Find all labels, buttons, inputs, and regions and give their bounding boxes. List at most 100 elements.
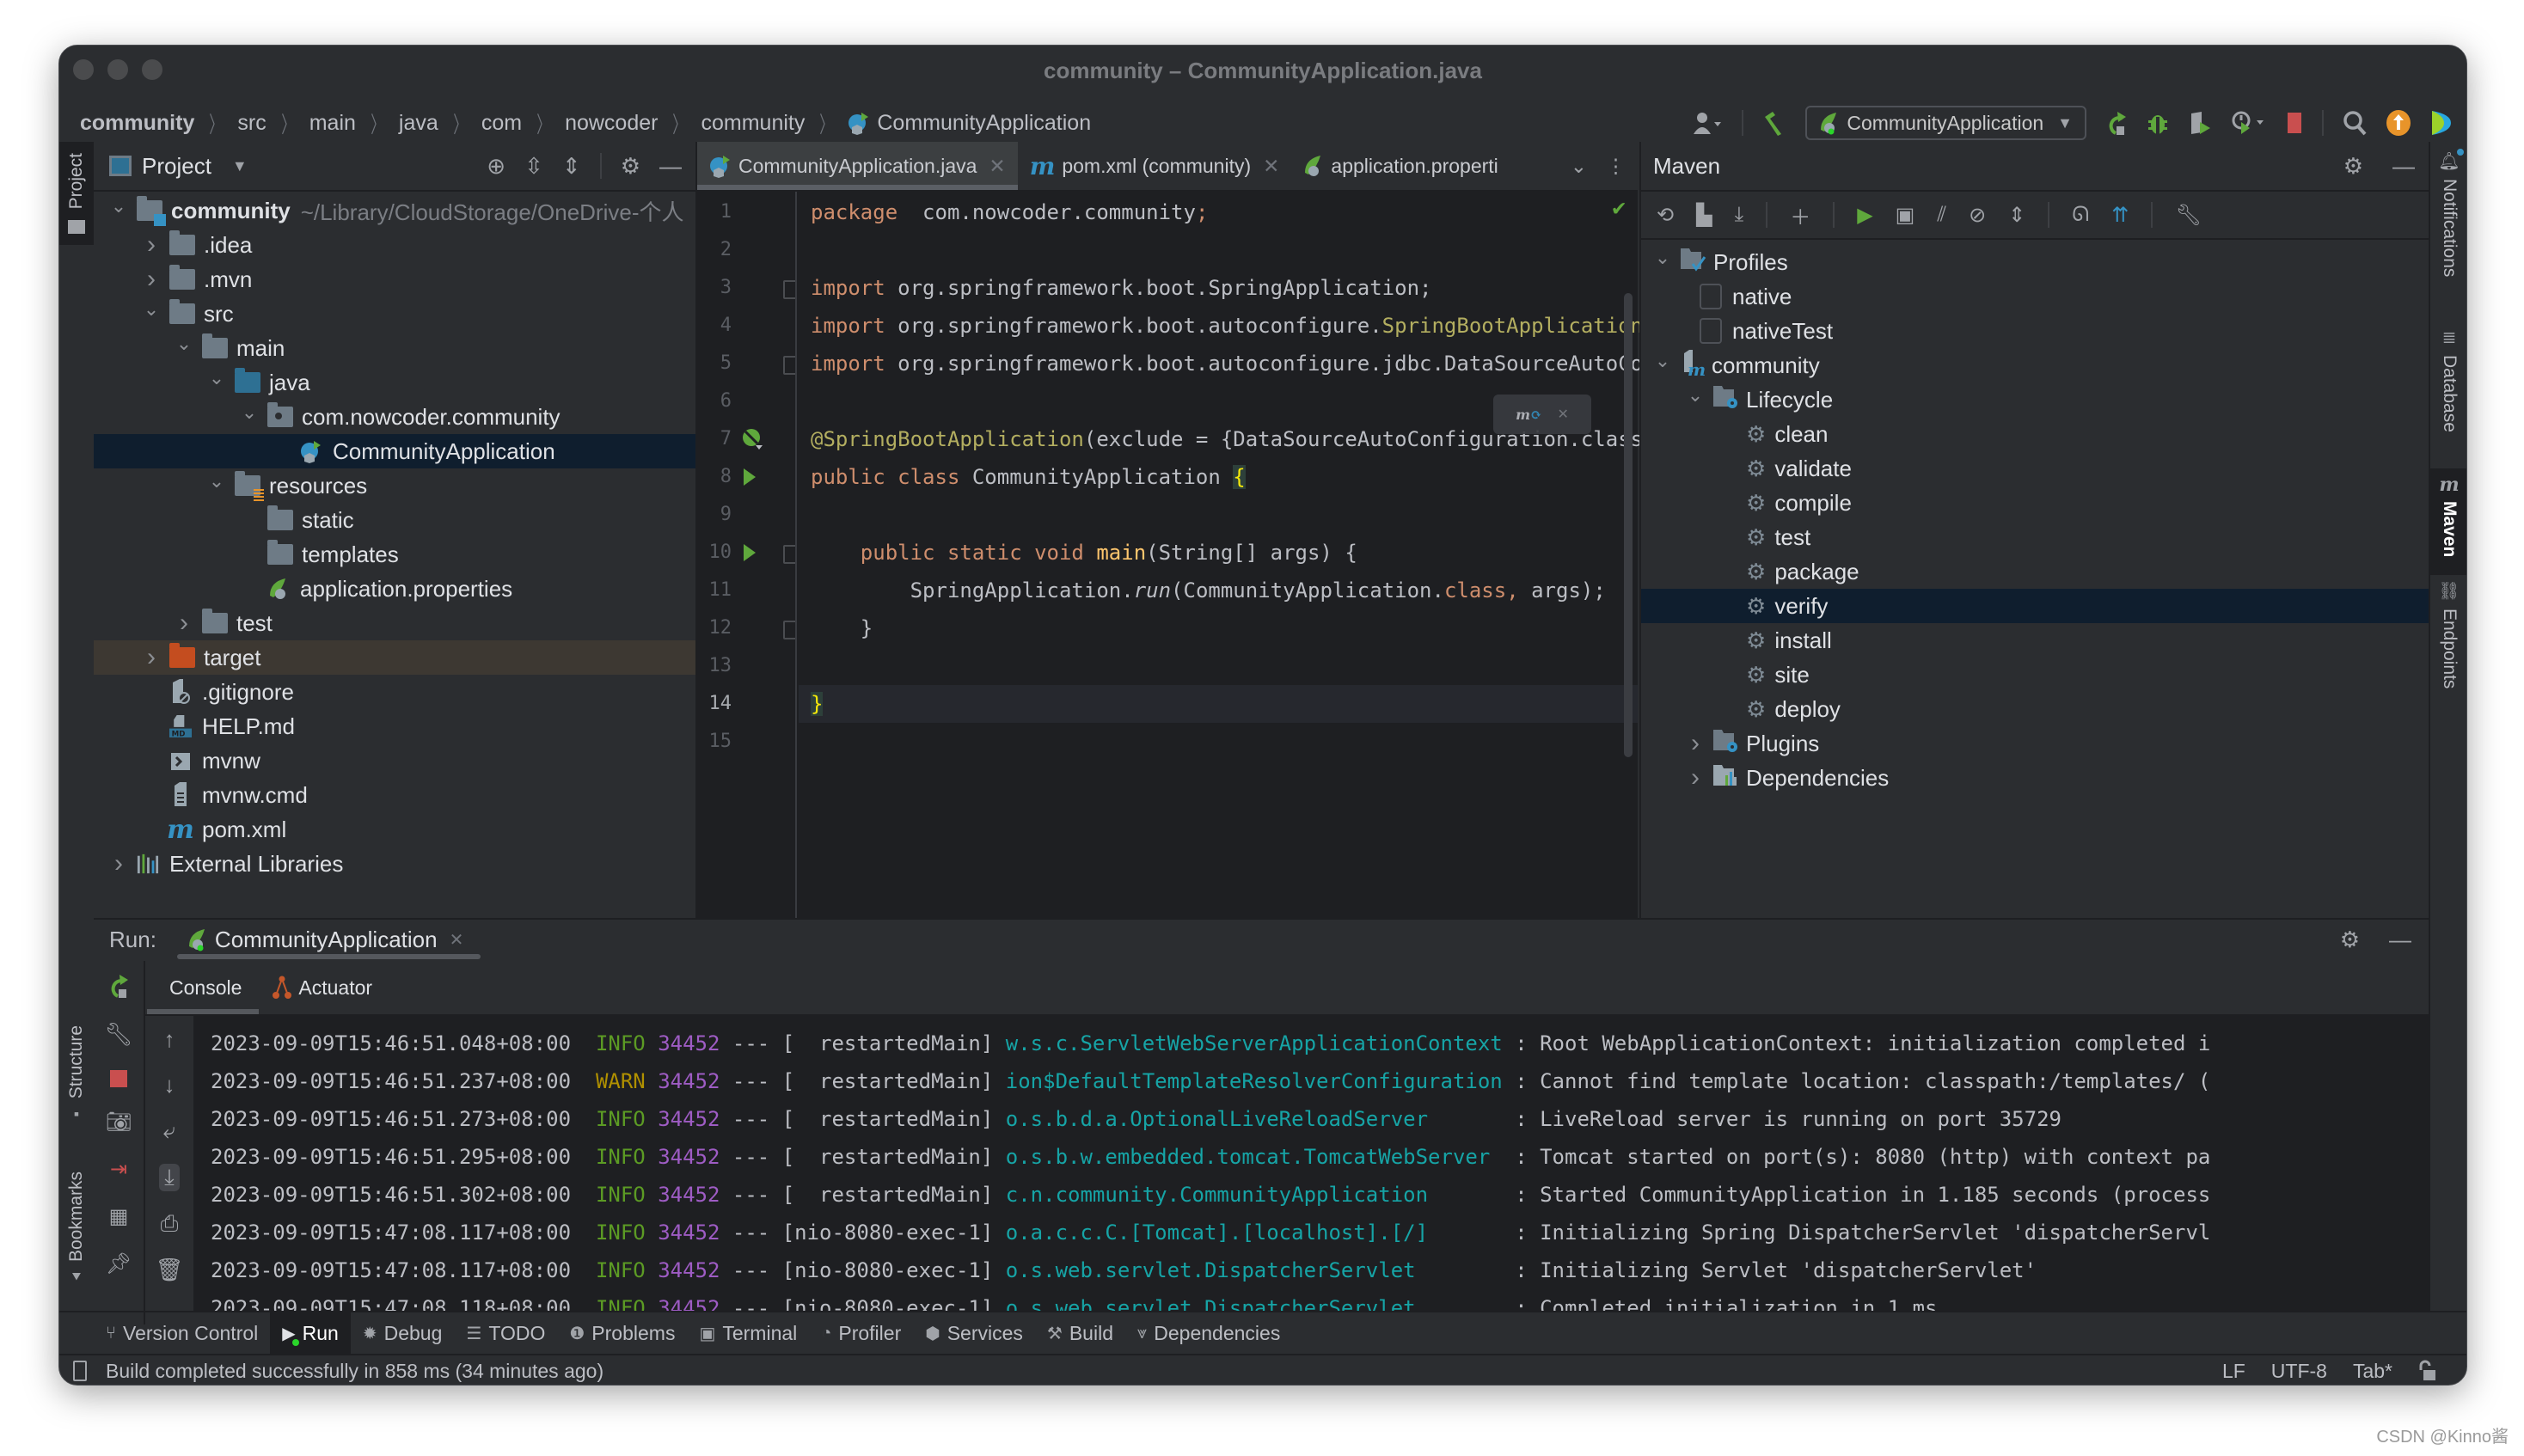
account-icon[interactable] — [1694, 112, 1723, 134]
up-arrow-icon[interactable]: ↑ — [164, 1026, 175, 1053]
code-line[interactable] — [799, 231, 1638, 269]
chevron-down-icon[interactable]: ⌄ — [175, 333, 193, 355]
project-tree-item[interactable]: ⌄ com.nowcoder.community — [94, 400, 695, 434]
show-hidden-tabs-icon[interactable]: ⌄ — [1571, 155, 1587, 178]
camera-icon[interactable]: 📷︎ — [106, 1110, 132, 1135]
project-tree-item[interactable]: › target — [94, 640, 695, 675]
code-line[interactable]: } — [799, 685, 1638, 723]
tool-window-button[interactable]: ▣ Terminal — [687, 1312, 809, 1355]
unlock-icon[interactable] — [2418, 1360, 2437, 1382]
collapse-all-icon[interactable]: ⇕ — [562, 153, 581, 180]
project-tree-item[interactable]: templates — [94, 537, 695, 572]
maven-tree-item[interactable]: ⚙ package — [1641, 554, 2430, 589]
editor-scrollbar[interactable] — [1624, 293, 1633, 757]
collapse-all-icon[interactable]: ⇕ — [2008, 203, 2025, 228]
project-tree-item[interactable]: ⌄ main — [94, 331, 695, 365]
maven-tree-item[interactable]: › Plugins — [1641, 726, 2430, 761]
hide-panel-icon[interactable]: — — [2389, 927, 2411, 953]
close-tab-icon[interactable]: ✕ — [1263, 155, 1279, 178]
run-configuration-selector[interactable]: CommunityApplication ▼ — [1805, 106, 2086, 140]
tool-window-button[interactable]: ☰ TODO — [454, 1312, 557, 1355]
hide-panel-icon[interactable]: — — [659, 153, 682, 180]
log-line[interactable]: 2023-09-09T15:46:51.302+08:00 INFO 34452… — [195, 1176, 2429, 1214]
project-view-selector[interactable]: Project — [142, 153, 211, 180]
project-tool-button[interactable]: Project — [59, 142, 94, 245]
notifications-tool-button[interactable]: 🔔︎ Notifications — [2430, 142, 2466, 314]
close-tab-icon[interactable]: ✕ — [989, 155, 1005, 178]
chevron-down-icon[interactable]: ⌄ — [207, 367, 226, 389]
stop-icon[interactable] — [2286, 111, 2303, 135]
log-line[interactable]: 2023-09-09T15:46:51.048+08:00 INFO 34452… — [195, 1025, 2429, 1062]
maven-tree-item[interactable]: ⚙ clean — [1641, 417, 2430, 451]
project-tree-item[interactable]: mvnw — [94, 743, 695, 778]
project-tree-item[interactable]: ⌄ community ~/Library/CloudStorage/OneDriv… — [94, 193, 695, 228]
database-tool-button[interactable]: ≣ Database — [2430, 327, 2466, 456]
chevron-right-icon[interactable]: › — [109, 849, 128, 878]
search-icon[interactable] — [2343, 110, 2367, 136]
project-tree-item[interactable]: › .mvn — [94, 262, 695, 297]
tool-window-button[interactable]: ✹ Debug — [351, 1312, 455, 1355]
tool-window-button[interactable]: ◔ Profiler — [809, 1312, 913, 1355]
editor-tab[interactable]: application.properti — [1291, 142, 1510, 190]
maven-tree-item[interactable]: ⌄ m community — [1641, 348, 2430, 382]
maven-tree-item[interactable]: native — [1641, 279, 2430, 314]
show-diagram-icon[interactable]: ⇈ — [2111, 203, 2129, 228]
log-line[interactable]: 2023-09-09T15:46:51.237+08:00 WARN 34452… — [195, 1062, 2429, 1100]
project-tree-item[interactable]: static — [94, 503, 695, 537]
endpoints-tool-button[interactable]: ⛓︎ Endpoints — [2430, 580, 2466, 709]
gear-icon[interactable]: ⚙ — [2340, 927, 2360, 953]
add-maven-project-icon[interactable]: ＋ — [1790, 200, 1810, 230]
code-line[interactable]: import org.springframework.boot.SpringAp… — [799, 269, 1638, 307]
maven-reload-icon[interactable]: m⟳ — [1516, 407, 1541, 423]
close-popup-icon[interactable]: ✕ — [1557, 406, 1568, 423]
wrench-icon[interactable]: 🔧︎ — [104, 1021, 132, 1048]
log-line[interactable]: 2023-09-09T15:46:51.273+08:00 INFO 34452… — [195, 1100, 2429, 1138]
profile-checkbox[interactable] — [1700, 284, 1722, 309]
project-tree-item[interactable]: › .idea — [94, 228, 695, 262]
build-tool-settings-icon[interactable]: 🔧︎ — [2175, 203, 2201, 228]
breadcrumb-item[interactable]: com — [481, 111, 522, 136]
tool-window-button[interactable]: ⬢ Services — [913, 1312, 1035, 1355]
scroll-to-end-icon[interactable]: ⤓ — [159, 1164, 180, 1191]
gear-icon[interactable]: ⚙ — [2343, 153, 2363, 180]
download-sources-icon[interactable]: ⤓ — [1735, 203, 1744, 227]
project-tree-item[interactable]: CommunityApplication — [94, 434, 695, 468]
tool-window-button[interactable]: ❶ Problems — [557, 1312, 687, 1355]
breadcrumb-item[interactable]: main — [309, 111, 356, 136]
code-line[interactable]: } — [799, 609, 1638, 647]
actuator-tab[interactable]: Actuator — [273, 961, 372, 1014]
project-tree-item[interactable]: mvnw.cmd — [94, 778, 695, 812]
chevron-down-icon[interactable]: ⌄ — [1653, 350, 1672, 372]
breadcrumb-item[interactable]: community — [80, 111, 194, 136]
indent-indicator[interactable]: Tab* — [2353, 1360, 2392, 1383]
project-tree-item[interactable]: application.properties — [94, 572, 695, 606]
execute-goal-icon[interactable]: ▣ — [1896, 203, 1915, 228]
code-line[interactable]: package com.nowcoder.community; — [799, 193, 1638, 231]
code-line[interactable]: import org.springframework.boot.autoconf… — [799, 345, 1792, 382]
reload-all-projects-icon[interactable]: ⟲ — [1657, 203, 1674, 228]
status-message[interactable]: Build completed successfully in 858 ms (… — [106, 1360, 603, 1383]
chevron-right-icon[interactable]: › — [142, 643, 161, 672]
locate-file-icon[interactable]: ⊕ — [487, 153, 505, 180]
analyze-dependencies-icon[interactable]: ᘏ — [2072, 203, 2089, 227]
run-tab[interactable]: CommunityApplication ✕ — [176, 920, 481, 959]
code-line[interactable]: public class CommunityApplication { — [799, 458, 1638, 496]
code-line[interactable]: SpringApplication.run(CommunityApplicati… — [799, 572, 1638, 609]
maven-tree-item[interactable]: nativeTest — [1641, 314, 2430, 348]
project-tree-item[interactable]: m pom.xml — [94, 812, 695, 847]
console-output[interactable]: 2023-09-09T15:46:51.048+08:00 INFO 34452… — [195, 1016, 2429, 1312]
layout-icon[interactable]: ▦ — [109, 1204, 129, 1229]
project-tree-item[interactable]: ⌄ java — [94, 365, 695, 400]
run-with-coverage-icon[interactable] — [2188, 110, 2212, 136]
chevron-down-icon[interactable]: ▼ — [232, 157, 248, 175]
run-gutter-icon[interactable] — [742, 458, 763, 496]
log-line[interactable]: 2023-09-09T15:47:08.118+08:00 INFO 34452… — [195, 1289, 2429, 1312]
maven-reload-popup[interactable]: m⟳ ✕ — [1493, 395, 1591, 434]
inspection-ok-icon[interactable]: ✔ — [1612, 195, 1626, 221]
maven-tree-item[interactable]: ⚙ validate — [1641, 451, 2430, 486]
code-line[interactable]: public static void main(String[] args) { — [799, 534, 1638, 572]
project-tree-item[interactable]: › test — [94, 606, 695, 640]
hide-panel-icon[interactable]: — — [2392, 153, 2415, 180]
log-line[interactable]: 2023-09-09T15:46:51.295+08:00 INFO 34452… — [195, 1138, 2429, 1176]
update-icon[interactable] — [2386, 109, 2411, 137]
